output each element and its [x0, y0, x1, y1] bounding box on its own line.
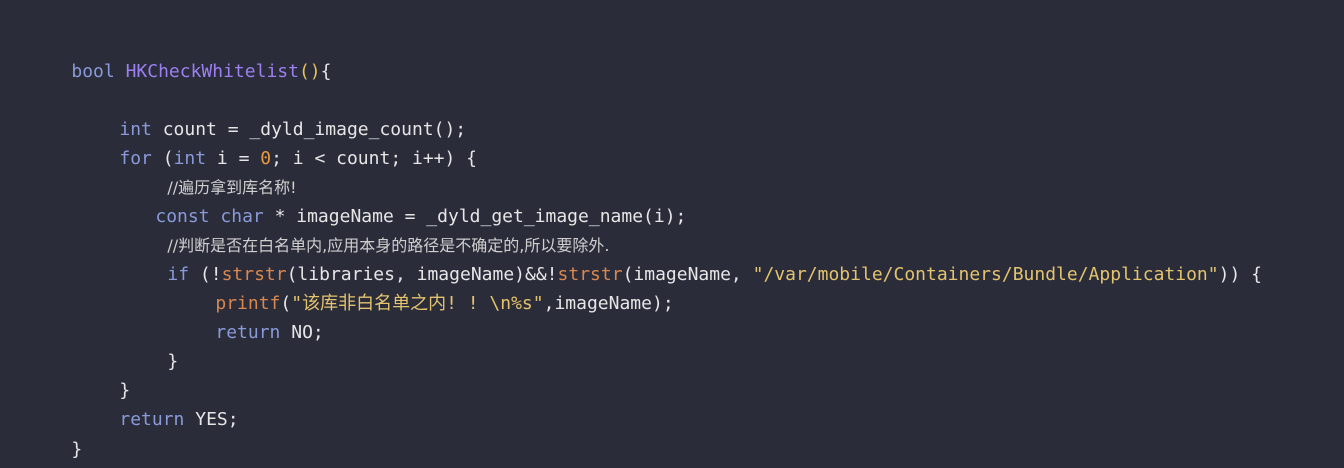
- code-line-10: return NO;: [172, 289, 323, 343]
- code-text: ,imageName);: [543, 293, 674, 314]
- close-brace: }: [71, 439, 83, 460]
- code-line-4: for (int i = 0; i < count; i++) {: [76, 115, 477, 169]
- code-editor: bool HKCheckWhitelist(){ int count = _dy…: [0, 0, 1344, 468]
- code-text: YES;: [184, 409, 239, 430]
- close-brace: }: [167, 351, 179, 372]
- keyword-return: return: [215, 322, 281, 343]
- code-text: NO;: [280, 322, 324, 343]
- code-line-7: //判断是否在白名单内,应用本身的路径是不确定的,所以要除外.: [124, 202, 609, 255]
- keyword-return: return: [119, 409, 185, 430]
- code-line-12: }: [76, 347, 130, 401]
- code-line-5: //遍历拿到库名称!: [124, 144, 296, 197]
- string-literal: "/var/mobile/Containers/Bundle/Applicati…: [752, 264, 1219, 285]
- code-line-13: return YES;: [76, 376, 238, 430]
- code-line-14: }: [28, 406, 82, 460]
- code-line-3: int count = _dyld_image_count();: [76, 86, 466, 140]
- code-line-8: if (!strstr(libraries, imageName)&&!strs…: [124, 231, 1262, 285]
- code-text: )) {: [1218, 264, 1262, 285]
- keyword-bool: bool: [71, 61, 115, 82]
- code-line-1: bool HKCheckWhitelist(){: [28, 28, 331, 82]
- code-text: ; i < count; i++) {: [271, 148, 478, 169]
- open-brace: {: [320, 61, 332, 82]
- string-literal: "该库非白名单之内! ! \n%s": [291, 293, 544, 314]
- code-line-11: }: [124, 318, 178, 372]
- code-line-9: printf("该库非白名单之内! ! \n%s",imageName);: [172, 260, 673, 314]
- function-name: HKCheckWhitelist: [125, 61, 299, 82]
- parens: (): [298, 61, 321, 82]
- code-line-6: const char * imageName = _dyld_get_image…: [112, 173, 686, 227]
